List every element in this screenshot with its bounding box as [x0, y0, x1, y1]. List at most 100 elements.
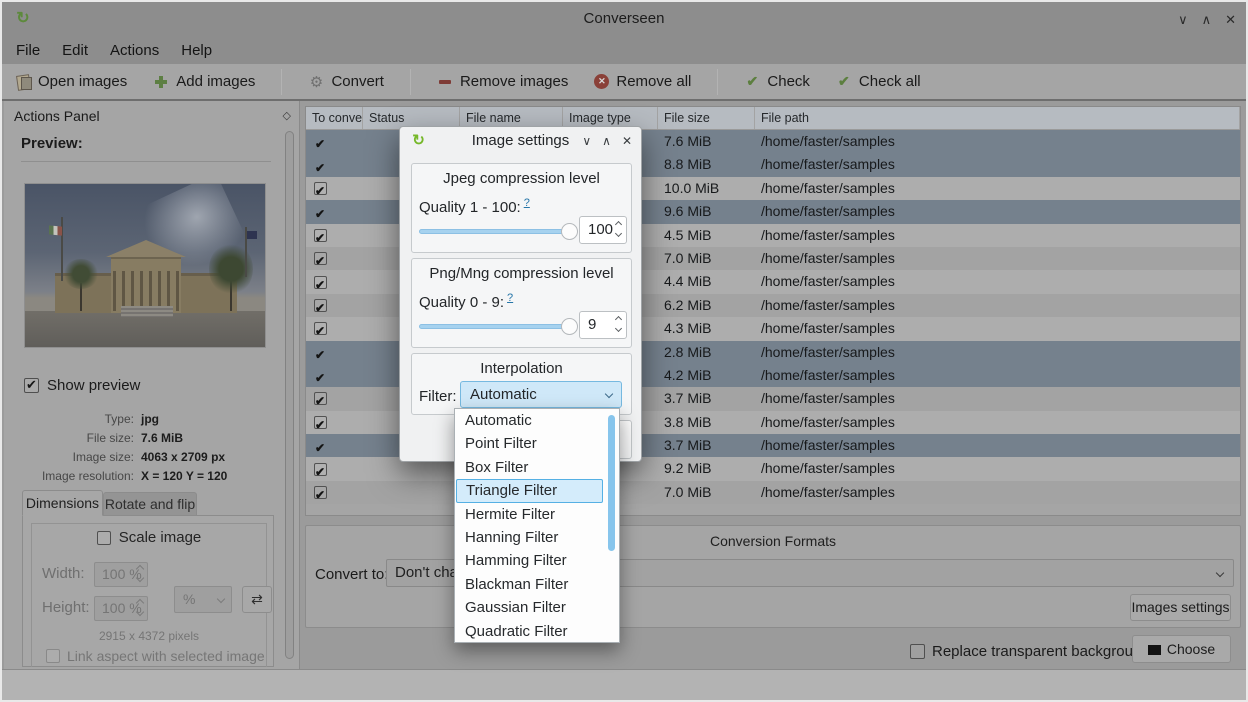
remove-images-button[interactable]: Remove images [437, 73, 568, 90]
images-settings-button[interactable]: Images settings [1130, 594, 1231, 621]
dialog-title-bar[interactable]: ↻ Image settings ∨ ∧ ✕ [400, 127, 641, 155]
filter-option-gaussian-filter[interactable]: Gaussian Filter [455, 596, 619, 619]
jpeg-quality-slider[interactable] [419, 229, 571, 234]
toolbar-button-label: Convert [331, 73, 384, 90]
add-images-button[interactable]: Add images [153, 73, 255, 90]
replace-transparent-background-checkbox[interactable] [910, 644, 925, 659]
convert-button[interactable]: ⚙Convert [308, 73, 384, 90]
slider-handle[interactable] [561, 223, 578, 240]
panel-scrollbar[interactable] [285, 131, 294, 661]
file-path-cell: /home/faster/samples [755, 153, 1240, 176]
file-path-cell: /home/faster/samples [755, 341, 1240, 364]
to-convert-checkbox[interactable] [314, 463, 327, 476]
reset-dimensions-button[interactable]: ⇄ [242, 586, 272, 613]
filter-option-point-filter[interactable]: Point Filter [455, 432, 619, 455]
file-path-cell: /home/faster/samples [755, 200, 1240, 223]
background-options-row: Replace transparent background Choose co… [305, 635, 1241, 665]
info-label: File size: [4, 431, 134, 445]
unit-select[interactable]: % [174, 586, 232, 613]
menu-item-help[interactable]: Help [181, 42, 212, 59]
to-convert-checkbox[interactable] [314, 322, 327, 335]
width-spinbox[interactable]: 100 % [94, 562, 148, 587]
to-convert-checkbox[interactable] [314, 205, 327, 218]
filter-option-automatic[interactable]: Automatic [455, 409, 619, 432]
to-convert-checkbox[interactable] [314, 276, 327, 289]
open-images-button[interactable]: Open images [15, 73, 127, 90]
flag [49, 225, 62, 235]
preview-label: Preview: [21, 135, 83, 152]
toolbar-button-label: Add images [176, 73, 255, 90]
file-path-cell: /home/faster/samples [755, 364, 1240, 387]
png-quality-spinbox[interactable]: 9 [579, 311, 627, 339]
color-swatch [1148, 645, 1161, 655]
to-convert-checkbox[interactable] [314, 486, 327, 499]
table-row[interactable]: 7.0 MiB/home/faster/samples [306, 481, 1240, 504]
filter-option-hanning-filter[interactable]: Hanning Filter [455, 526, 619, 549]
filter-option-hermite-filter[interactable]: Hermite Filter [455, 503, 619, 526]
to-convert-checkbox[interactable] [314, 416, 327, 429]
spin-down-icon[interactable] [615, 230, 622, 237]
png-quality-slider[interactable] [419, 324, 571, 329]
tab-dimensions[interactable]: Dimensions [22, 490, 103, 516]
add-images-icon [153, 74, 169, 90]
column-header-file-path[interactable]: File path [755, 107, 1240, 129]
filter-option-quadratic-filter[interactable]: Quadratic Filter [455, 620, 619, 643]
filter-option-hamming-filter[interactable]: Hamming Filter [455, 549, 619, 572]
actions-panel-title: Actions Panel [14, 108, 100, 124]
to-convert-checkbox[interactable] [314, 159, 327, 172]
minimize-icon[interactable]: ∨ [1178, 13, 1188, 26]
to-convert-checkbox[interactable] [314, 369, 327, 382]
dialog-minimize-icon[interactable]: ∨ [582, 135, 591, 147]
column-header-file-size[interactable]: File size [658, 107, 755, 129]
building-pediment [106, 240, 186, 257]
spin-down-icon[interactable] [615, 325, 622, 332]
height-spinbox[interactable]: 100 % [94, 596, 148, 621]
scale-image-checkbox[interactable] [97, 531, 111, 545]
check-button[interactable]: ✔Check [744, 73, 810, 90]
dialog-close-icon[interactable]: ✕ [622, 135, 632, 147]
to-convert-checkbox[interactable] [314, 135, 327, 148]
show-preview-checkbox[interactable] [24, 378, 39, 393]
convert-to-label: Convert to: [315, 566, 388, 583]
to-convert-checkbox[interactable] [314, 346, 327, 359]
spin-up-icon[interactable] [615, 221, 622, 228]
close-icon[interactable]: ✕ [1225, 13, 1236, 26]
to-convert-checkbox[interactable] [314, 252, 327, 265]
float-panel-icon[interactable]: ◇ [283, 109, 291, 122]
to-convert-checkbox[interactable] [314, 229, 327, 242]
dialog-maximize-icon[interactable]: ∧ [602, 135, 611, 147]
menu-item-file[interactable]: File [16, 42, 40, 59]
filter-select[interactable]: Automatic [460, 381, 622, 408]
to-convert-checkbox[interactable] [314, 439, 327, 452]
choose-color-button[interactable]: Choose color [1132, 635, 1231, 663]
link-aspect-checkbox[interactable] [46, 649, 60, 663]
check-icon: ✔ [744, 74, 760, 90]
to-convert-checkbox[interactable] [314, 299, 327, 312]
toolbar-separator [717, 69, 718, 95]
to-convert-checkbox[interactable] [314, 182, 327, 195]
filter-option-box-filter[interactable]: Box Filter [455, 456, 619, 479]
spin-up-icon[interactable] [615, 316, 622, 323]
toolbar-button-label: Remove images [460, 73, 568, 90]
check-all-button[interactable]: ✔Check all [836, 73, 921, 90]
column-header-to-convert[interactable]: To convert [306, 107, 363, 129]
remove-all-button[interactable]: ✕Remove all [594, 73, 691, 90]
file-size-cell: 7.6 MiB [658, 130, 755, 153]
info-value: 7.6 MiB [141, 431, 183, 445]
jpeg-group-title: Jpeg compression level [412, 170, 631, 187]
help-link[interactable]: ? [524, 197, 530, 209]
jpeg-quality-spinbox[interactable]: 100 [579, 216, 627, 244]
maximize-icon[interactable]: ∧ [1202, 13, 1212, 26]
tab-rotate-and-flip[interactable]: Rotate and flip [103, 492, 197, 516]
menu-item-edit[interactable]: Edit [62, 42, 88, 59]
help-link[interactable]: ? [507, 292, 513, 304]
window-title: Converseen [2, 2, 1246, 36]
conversion-formats-title: Conversion Formats [306, 533, 1240, 549]
dropdown-scrollbar[interactable] [608, 411, 616, 641]
menu-item-actions[interactable]: Actions [110, 42, 159, 59]
slider-handle[interactable] [561, 318, 578, 335]
png-quality-label: Quality 0 - 9: [419, 294, 504, 311]
filter-option-triangle-filter[interactable]: Triangle Filter [456, 479, 603, 502]
filter-option-blackman-filter[interactable]: Blackman Filter [455, 573, 619, 596]
to-convert-checkbox[interactable] [314, 392, 327, 405]
